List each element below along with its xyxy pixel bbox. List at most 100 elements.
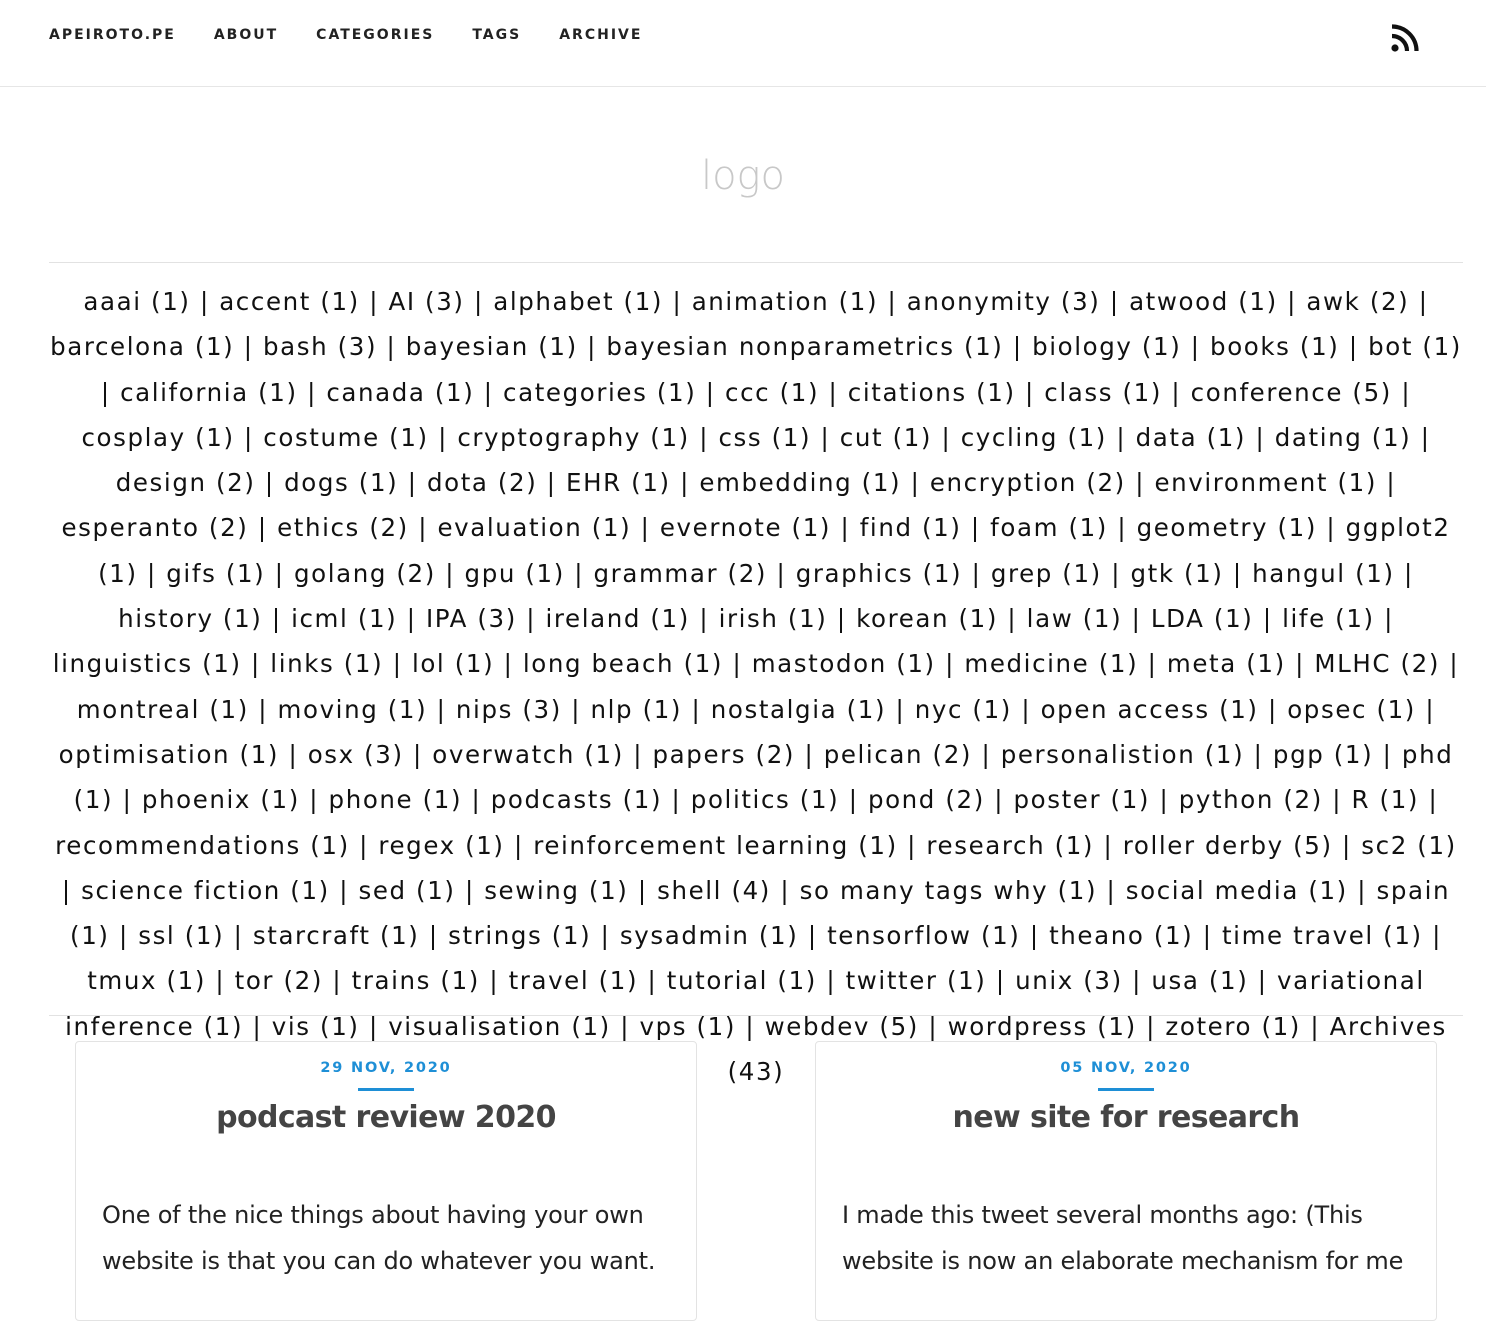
tag-link[interactable]: shell (4) — [657, 876, 771, 905]
tag-link[interactable]: dota (2) — [427, 468, 537, 497]
tag-link[interactable]: bot (1) — [1368, 332, 1462, 361]
tag-link[interactable]: tor (2) — [235, 966, 323, 995]
tag-link[interactable]: roller derby (5) — [1123, 831, 1333, 860]
nav-about-link[interactable]: ABOUT — [214, 25, 278, 45]
tag-link[interactable]: trains (1) — [352, 966, 480, 995]
tag-link[interactable]: sed (1) — [358, 876, 455, 905]
tag-link[interactable]: phoenix (1) — [142, 785, 300, 814]
tag-link[interactable]: linguistics (1) — [53, 649, 242, 678]
tag-link[interactable]: open access (1) — [1041, 695, 1259, 724]
nav-archive-link[interactable]: ARCHIVE — [559, 25, 642, 45]
tag-link[interactable]: podcasts (1) — [491, 785, 662, 814]
tag-link[interactable]: strings (1) — [448, 921, 591, 950]
tag-link[interactable]: AI (3) — [388, 287, 464, 316]
nav-categories-link[interactable]: CATEGORIES — [316, 25, 434, 45]
tag-link[interactable]: MLHC (2) — [1314, 649, 1440, 678]
nav-tags-link[interactable]: TAGS — [472, 25, 521, 45]
tag-link[interactable]: regex (1) — [378, 831, 504, 860]
tag-link[interactable]: gtk (1) — [1130, 559, 1223, 588]
tag-link[interactable]: design (2) — [116, 468, 256, 497]
tag-link[interactable]: ethics (2) — [277, 513, 409, 542]
tag-link[interactable]: unix (3) — [1015, 966, 1123, 995]
post-card[interactable]: 29 NOV, 2020 podcast review 2020 One of … — [75, 1041, 697, 1321]
tag-link[interactable]: class (1) — [1044, 378, 1162, 407]
tag-link[interactable]: nyc (1) — [915, 695, 1012, 724]
tag-link[interactable]: poster (1) — [1014, 785, 1151, 814]
rss-icon[interactable] — [1391, 24, 1419, 52]
tag-link[interactable]: hangul (1) — [1252, 559, 1394, 588]
tag-link[interactable]: css (1) — [718, 423, 811, 452]
tag-link[interactable]: life (1) — [1282, 604, 1375, 633]
tag-link[interactable]: accent (1) — [219, 287, 360, 316]
tag-link[interactable]: R (1) — [1352, 785, 1420, 814]
tag-link[interactable]: tmux (1) — [87, 966, 206, 995]
tag-link[interactable]: starcraft (1) — [253, 921, 420, 950]
tag-link[interactable]: bayesian nonparametrics (1) — [606, 332, 1003, 361]
tag-link[interactable]: esperanto (2) — [61, 513, 248, 542]
tag-link[interactable]: citations (1) — [848, 378, 1016, 407]
tag-link[interactable]: opsec (1) — [1287, 695, 1416, 724]
tag-link[interactable]: tutorial (1) — [667, 966, 817, 995]
tag-link[interactable]: cycling (1) — [961, 423, 1107, 452]
tag-link[interactable]: atwood (1) — [1129, 287, 1278, 316]
tag-link[interactable]: california (1) — [120, 378, 298, 407]
tag-link[interactable]: barcelona (1) — [50, 332, 234, 361]
tag-link[interactable]: moving (1) — [278, 695, 428, 724]
tag-link[interactable]: geometry (1) — [1137, 513, 1317, 542]
tag-link[interactable]: grammar (2) — [594, 559, 768, 588]
tag-link[interactable]: find (1) — [860, 513, 962, 542]
tag-link[interactable]: usa (1) — [1151, 966, 1248, 995]
tag-link[interactable]: tensorflow (1) — [827, 921, 1020, 950]
tag-link[interactable]: cosplay (1) — [81, 423, 234, 452]
tag-link[interactable]: gifs (1) — [166, 559, 265, 588]
tag-link[interactable]: time travel (1) — [1222, 921, 1423, 950]
tag-link[interactable]: conference (5) — [1191, 378, 1392, 407]
tag-link[interactable]: embedding (1) — [699, 468, 901, 497]
post-card[interactable]: 05 NOV, 2020 new site for research I mad… — [815, 1041, 1437, 1321]
post-title[interactable]: new site for research — [816, 1096, 1436, 1140]
tag-link[interactable]: evaluation (1) — [437, 513, 631, 542]
tag-link[interactable]: nlp (1) — [591, 695, 683, 724]
tag-link[interactable]: books (1) — [1210, 332, 1339, 361]
tag-link[interactable]: canada (1) — [326, 378, 474, 407]
tag-link[interactable]: ssl (1) — [138, 921, 224, 950]
tag-link[interactable]: pgp (1) — [1273, 740, 1373, 769]
tag-link[interactable]: optimisation (1) — [59, 740, 279, 769]
tag-link[interactable]: dating (1) — [1275, 423, 1412, 452]
tag-link[interactable]: phone (1) — [329, 785, 463, 814]
tag-link[interactable]: golang (2) — [294, 559, 436, 588]
tag-link[interactable]: animation (1) — [692, 287, 878, 316]
tag-link[interactable]: korean (1) — [856, 604, 998, 633]
tag-link[interactable]: evernote (1) — [660, 513, 831, 542]
tag-link[interactable]: costume (1) — [263, 423, 428, 452]
tag-link[interactable]: nostalgia (1) — [711, 695, 886, 724]
tag-link[interactable]: recommendations (1) — [55, 831, 350, 860]
tag-link[interactable]: reinforcement learning (1) — [533, 831, 898, 860]
tag-link[interactable]: LDA (1) — [1151, 604, 1254, 633]
tag-link[interactable]: EHR (1) — [566, 468, 671, 497]
tag-link[interactable]: bash (3) — [263, 332, 377, 361]
tag-link[interactable]: links (1) — [270, 649, 383, 678]
tag-link[interactable]: theano (1) — [1049, 921, 1193, 950]
tag-link[interactable]: pond (2) — [868, 785, 985, 814]
tag-link[interactable]: visualisation (1) — [388, 1012, 611, 1041]
tag-link[interactable]: dogs (1) — [284, 468, 398, 497]
tag-link[interactable]: graphics (1) — [796, 559, 962, 588]
tag-link[interactable]: IPA (3) — [426, 604, 517, 633]
tag-link[interactable]: ireland (1) — [546, 604, 690, 633]
tag-link[interactable]: ccc (1) — [725, 378, 819, 407]
tag-link[interactable]: biology (1) — [1032, 332, 1181, 361]
tag-link[interactable]: data (1) — [1136, 423, 1246, 452]
tag-link[interactable]: sysadmin (1) — [620, 921, 799, 950]
tag-link[interactable]: environment (1) — [1154, 468, 1377, 497]
tag-link[interactable]: mastodon (1) — [752, 649, 936, 678]
tag-link[interactable]: irish (1) — [719, 604, 828, 633]
tag-link[interactable]: nips (3) — [456, 695, 562, 724]
tag-link[interactable]: medicine (1) — [964, 649, 1138, 678]
tag-link[interactable]: twitter (1) — [846, 966, 987, 995]
tag-link[interactable]: research (1) — [926, 831, 1094, 860]
tag-link[interactable]: cut (1) — [840, 423, 932, 452]
tag-link[interactable]: papers (2) — [653, 740, 796, 769]
post-title[interactable]: podcast review 2020 — [76, 1096, 696, 1140]
tag-link[interactable]: sc2 (1) — [1361, 831, 1457, 860]
